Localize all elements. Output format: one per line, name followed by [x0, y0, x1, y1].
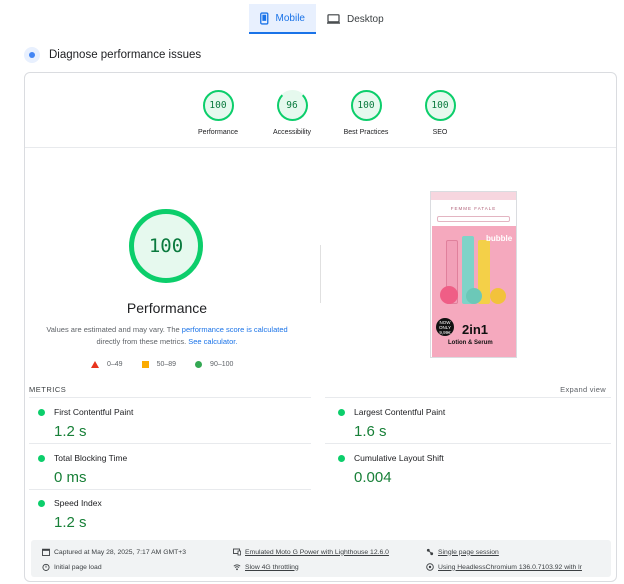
metric-divider	[325, 397, 611, 398]
mobile-icon	[260, 11, 269, 25]
section-title: Diagnose performance issues	[49, 49, 202, 61]
thumb-headline: 2in1	[462, 322, 489, 337]
metric-largest-contentful-paint: Largest Contentful Paint 1.6 s	[329, 407, 609, 440]
network-throttling[interactable]: Slow 4G throttling	[233, 563, 299, 571]
category-gauges: 100 Performance 96 Accessibility 100 Bes…	[181, 90, 477, 136]
thumb-bubble-logo: bubble	[486, 234, 513, 243]
metric-first-contentful-paint: First Contentful Paint 1.2 s	[29, 407, 309, 440]
thumb-badge	[440, 286, 458, 304]
pass-circle-icon	[38, 408, 45, 416]
tab-mobile-label: Mobile	[275, 12, 305, 24]
gauge-label: Accessibility	[272, 129, 312, 136]
captured-at: Captured at May 28, 2025, 7:17 AM GMT+3	[42, 548, 186, 556]
tab-desktop-label: Desktop	[347, 13, 384, 25]
pass-circle-icon	[195, 361, 203, 368]
thumb-hero-image: bubble NOW ONLY 9,99€ 2in1 Lotion & Seru…	[432, 226, 516, 357]
page-screenshot-thumbnail[interactable]: FEMME FATALE bubble NOW ONLY 9,99€ 2in1 …	[430, 191, 517, 358]
metric-name: Total Blocking Time	[54, 453, 128, 463]
metric-divider	[325, 443, 611, 444]
average-square-icon	[141, 361, 149, 368]
wifi-icon	[233, 564, 241, 571]
diagnose-heading: Diagnose performance issues	[24, 47, 201, 63]
divider	[25, 147, 616, 148]
legend-average: 50–89	[156, 361, 177, 368]
desktop-icon	[327, 14, 340, 24]
initial-load: Initial page load	[42, 563, 102, 571]
thumb-brand: FEMME FATALE	[450, 206, 497, 211]
gauge-score: 96	[276, 90, 308, 121]
gauge-seo[interactable]: 100 SEO	[403, 90, 477, 136]
tab-mobile[interactable]: Mobile	[249, 4, 316, 34]
device-icon	[233, 548, 241, 556]
thumb-badge	[466, 288, 482, 304]
fail-triangle-icon	[91, 361, 99, 368]
gauge-label: SEO	[432, 129, 448, 136]
metric-speed-index: Speed Index 1.2 s	[29, 498, 309, 531]
throttling-text: Slow 4G throttling	[245, 563, 299, 571]
legend-fail: 0–49	[107, 361, 123, 368]
metric-value: 1.2 s	[54, 423, 87, 440]
tab-desktop[interactable]: Desktop	[316, 4, 396, 34]
performance-score-link[interactable]: performance score is calculated	[182, 325, 288, 334]
thumb-price-badge: NOW ONLY 9,99€	[436, 318, 454, 336]
calendar-icon	[42, 548, 50, 556]
performance-main-gauge: 100	[129, 209, 203, 283]
see-calculator-link[interactable]: See calculator.	[188, 337, 237, 346]
metric-name: Cumulative Layout Shift	[354, 453, 444, 463]
thumb-badge	[490, 288, 506, 304]
metric-name: Largest Contentful Paint	[354, 407, 446, 417]
metric-divider	[29, 489, 311, 490]
gauge-label: Performance	[197, 129, 239, 136]
thumb-searchbar	[437, 216, 510, 222]
pass-circle-icon	[38, 499, 45, 507]
metric-total-blocking-time: Total Blocking Time 0 ms	[29, 453, 309, 486]
diagnose-icon	[24, 47, 40, 63]
metric-divider	[29, 397, 311, 398]
initial-load-text: Initial page load	[54, 563, 102, 571]
metrics-title: METRICS	[29, 385, 67, 394]
metrics-header: METRICS Expand view	[29, 385, 606, 394]
gauge-score: 100	[202, 90, 234, 121]
expand-view-toggle[interactable]: Expand view	[560, 385, 606, 394]
runtime-settings: Captured at May 28, 2025, 7:17 AM GMT+3 …	[31, 540, 611, 577]
note-text-2: directly from these metrics.	[96, 337, 189, 346]
gauge-score: 100	[350, 90, 382, 121]
timer-icon	[42, 563, 50, 571]
gauge-accessibility[interactable]: 96 Accessibility	[255, 90, 329, 136]
metric-name: First Contentful Paint	[54, 407, 134, 417]
session-type[interactable]: Single page session	[426, 548, 499, 556]
emulated-device-text: Emulated Moto G Power with Lighthouse 12…	[245, 548, 389, 556]
session-icon	[426, 548, 434, 556]
metric-divider	[29, 443, 311, 444]
legend-pass: 90–100	[210, 361, 234, 368]
browser-info[interactable]: Using HeadlessChromium 136.0.7103.92 wit…	[426, 563, 582, 571]
thumb-topbar	[431, 192, 516, 200]
pass-circle-icon	[38, 454, 45, 462]
score-note: Values are estimated and may vary. The p…	[45, 324, 289, 348]
performance-main-label: Performance	[126, 300, 208, 316]
browser-text: Using HeadlessChromium 136.0.7103.92 wit…	[438, 563, 582, 571]
pass-circle-icon	[338, 454, 345, 462]
report-card: 100 Performance 96 Accessibility 100 Bes…	[24, 72, 617, 582]
gauge-label: Best Practices	[343, 129, 389, 136]
captured-text: Captured at May 28, 2025, 7:17 AM GMT+3	[54, 548, 187, 556]
gauge-performance[interactable]: 100 Performance	[181, 90, 255, 136]
thumb-subline: Lotion & Serum	[448, 340, 493, 346]
gauge-score: 100	[424, 90, 456, 121]
session-text: Single page session	[438, 548, 499, 556]
note-text-1: Values are estimated and may vary. The	[46, 325, 182, 334]
vertical-separator	[320, 245, 321, 303]
browser-icon	[426, 563, 434, 571]
pass-circle-icon	[338, 408, 345, 416]
metric-name: Speed Index	[54, 498, 102, 508]
metric-value: 1.6 s	[354, 423, 387, 440]
metric-value: 0.004	[354, 469, 392, 486]
metric-value: 1.2 s	[54, 514, 87, 531]
score-legend: 0–49 50–89 90–100	[91, 361, 252, 368]
gauge-best-practices[interactable]: 100 Best Practices	[329, 90, 403, 136]
emulated-device[interactable]: Emulated Moto G Power with Lighthouse 12…	[233, 548, 389, 556]
metric-cumulative-layout-shift: Cumulative Layout Shift 0.004	[329, 453, 609, 486]
device-tabs: Mobile Desktop	[249, 4, 396, 34]
metric-value: 0 ms	[54, 469, 87, 486]
